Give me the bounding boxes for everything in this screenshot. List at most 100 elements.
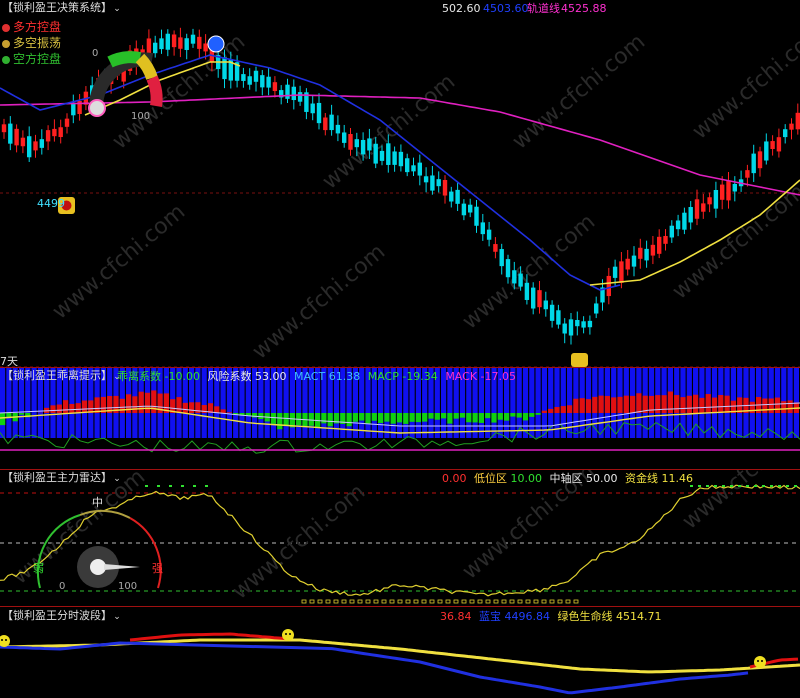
candlestick-chart[interactable]: www.cfchi.com www.cfchi.com www.cfchi.com w… bbox=[0, 0, 800, 367]
red-bar bbox=[623, 395, 629, 413]
candle-body bbox=[512, 270, 517, 284]
candle-body bbox=[688, 207, 693, 223]
intraday-title[interactable]: 【锁利盈王分时波段】 bbox=[2, 609, 112, 622]
high-zone-marker bbox=[169, 485, 172, 487]
candle-body bbox=[71, 102, 76, 116]
candle-body bbox=[581, 321, 586, 328]
candle-body bbox=[625, 258, 630, 270]
deviation-title-row[interactable]: 【锁利盈王乖离提示】⌄ bbox=[2, 369, 122, 384]
green-bar bbox=[453, 413, 459, 419]
intraday-panel[interactable]: 【锁利盈王分时波段】⌄ 36.84 蓝宝 4496.84 绿色生命线 4514.… bbox=[0, 607, 800, 698]
blue-bar bbox=[554, 368, 560, 438]
high-zone-marker bbox=[181, 485, 184, 487]
candle-body bbox=[795, 112, 800, 130]
main-chart-title[interactable]: 【锁利盈王决策系统】 bbox=[2, 1, 112, 14]
red-bar bbox=[63, 400, 69, 413]
low-zone-marker bbox=[381, 599, 387, 604]
red-bar bbox=[718, 394, 724, 413]
low-zone-marker bbox=[397, 599, 403, 604]
red-bar bbox=[151, 390, 157, 413]
candle-body bbox=[316, 102, 322, 124]
low-zone-marker bbox=[437, 599, 443, 604]
radar-title[interactable]: 【锁利盈王主力雷达】 bbox=[2, 471, 112, 484]
candle-body bbox=[20, 137, 26, 147]
green-bar bbox=[327, 413, 333, 427]
candle-body bbox=[757, 151, 763, 169]
green-bar bbox=[428, 413, 434, 419]
deviation-values: 乖离系数 -10.00 风险系数 53.00 MACT 61.38 MACP -… bbox=[117, 370, 516, 383]
high-zone-marker bbox=[690, 485, 693, 487]
low-zone-marker bbox=[541, 599, 547, 604]
green-bar bbox=[422, 413, 428, 422]
blue-bar bbox=[522, 368, 529, 438]
high-zone-marker bbox=[714, 485, 717, 487]
green-bar bbox=[472, 413, 478, 423]
candle-body bbox=[329, 114, 334, 131]
high-zone-marker bbox=[754, 485, 757, 487]
high-zone-marker bbox=[706, 485, 709, 487]
candle-body bbox=[33, 141, 38, 151]
smiley-eye bbox=[757, 660, 759, 662]
low-zone-marker bbox=[477, 599, 483, 604]
bear-icon bbox=[571, 353, 588, 367]
candle-body bbox=[266, 76, 271, 88]
gauge-knob-icon bbox=[88, 99, 106, 117]
high-zone-marker bbox=[145, 485, 148, 487]
low-zone-marker bbox=[469, 599, 475, 604]
high-zone-marker bbox=[746, 485, 749, 487]
candle-body bbox=[398, 151, 404, 167]
candle-body bbox=[776, 137, 782, 152]
candle-body bbox=[203, 43, 208, 52]
main-chart-title-row[interactable]: 【锁利盈王决策系统】⌄ bbox=[2, 1, 122, 16]
candle-body bbox=[594, 303, 599, 314]
red-bar bbox=[768, 398, 774, 413]
watermark-text: www.cfchi.com bbox=[678, 470, 800, 535]
candle-body bbox=[247, 76, 252, 85]
gauge-arc-red bbox=[146, 75, 163, 107]
chevron-down-icon[interactable]: ⌄ bbox=[112, 610, 122, 624]
red-bar bbox=[119, 398, 125, 413]
candle-body bbox=[499, 249, 504, 267]
candle-body bbox=[505, 259, 511, 278]
candle-body bbox=[631, 255, 637, 267]
smiley-eye bbox=[5, 639, 7, 641]
candle-body bbox=[764, 141, 769, 161]
deviation-title[interactable]: 【锁利盈王乖离提示】 bbox=[2, 369, 112, 382]
legend-item-bull: 多方控盘 bbox=[2, 19, 61, 35]
main-chart-panel[interactable]: www.cfchi.com www.cfchi.com www.cfchi.com w… bbox=[0, 0, 800, 368]
candle-body bbox=[461, 203, 467, 216]
red-bar bbox=[182, 402, 188, 413]
red-bar bbox=[724, 395, 730, 413]
radar-gauge-needle bbox=[104, 564, 140, 570]
low-zone-marker bbox=[389, 599, 395, 604]
intraday-title-row[interactable]: 【锁利盈王分时波段】⌄ bbox=[2, 609, 122, 624]
green-bar bbox=[459, 413, 466, 418]
chevron-down-icon[interactable]: ⌄ bbox=[112, 472, 122, 486]
candle-body bbox=[556, 310, 561, 325]
high-zone-marker bbox=[193, 485, 196, 487]
red-bar bbox=[75, 403, 81, 413]
green-bar bbox=[491, 413, 497, 423]
candle-body bbox=[39, 139, 44, 148]
red-bar bbox=[189, 402, 195, 413]
candle-body bbox=[537, 290, 542, 308]
red-bar bbox=[667, 391, 673, 413]
legend-item-bear: 空方控盘 bbox=[2, 51, 61, 67]
red-bar bbox=[686, 395, 692, 413]
candle-body bbox=[272, 82, 278, 92]
green-bar bbox=[485, 413, 491, 419]
radar-panel[interactable]: www.cfchi.com www.cfchi.com www.cfchi.com w… bbox=[0, 470, 800, 606]
watermark-text: www.cfchi.com bbox=[688, 19, 800, 144]
radar-title-row[interactable]: 【锁利盈王主力雷达】⌄ bbox=[2, 471, 122, 486]
red-bar bbox=[144, 392, 151, 413]
candle-body bbox=[694, 199, 700, 219]
low-zone-marker bbox=[549, 599, 555, 604]
candle-body bbox=[190, 34, 196, 44]
candle-body bbox=[770, 141, 775, 149]
chevron-down-icon[interactable]: ⌄ bbox=[112, 2, 122, 16]
red-bar bbox=[573, 398, 579, 413]
intraday-values: 36.84 蓝宝 4496.84 绿色生命线 4514.71 bbox=[440, 610, 662, 623]
red-bar bbox=[774, 397, 781, 413]
deviation-panel[interactable]: 【锁利盈王乖离提示】⌄ 乖离系数 -10.00 风险系数 53.00 MACT … bbox=[0, 368, 800, 469]
candle-body bbox=[650, 244, 656, 256]
